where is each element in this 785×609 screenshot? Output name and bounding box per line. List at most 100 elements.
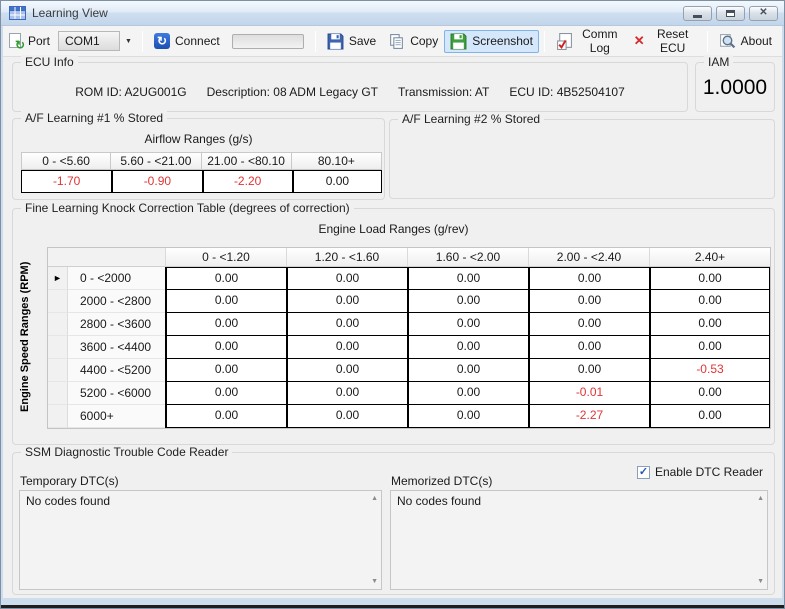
window-controls: ✕ xyxy=(683,6,778,21)
knock-value-cell[interactable]: 0.00 xyxy=(649,290,770,313)
minimize-button[interactable] xyxy=(683,6,712,21)
knock-value-cell[interactable]: 0.00 xyxy=(407,336,528,359)
titlebar: Learning View ✕ xyxy=(1,1,784,26)
description-field: Description: 08 ADM Legacy GT xyxy=(207,85,378,99)
screenshot-button[interactable]: Screenshot xyxy=(444,30,539,53)
knock-row-header: 2000 - <2800 xyxy=(68,290,165,313)
knock-value-cell[interactable]: 0.00 xyxy=(528,313,649,336)
iam-value: 1.0000 xyxy=(696,76,774,100)
knock-row-selector[interactable] xyxy=(48,359,68,382)
af1-value-cell: -2.20 xyxy=(202,170,292,193)
scroll-up-icon[interactable]: ▲ xyxy=(371,495,378,502)
close-icon: ✕ xyxy=(759,8,767,18)
knock-value-cell[interactable]: 0.00 xyxy=(165,267,286,290)
knock-value-cell[interactable]: 0.00 xyxy=(528,267,649,290)
knock-value-cell[interactable]: 0.00 xyxy=(528,359,649,382)
knock-value-cell[interactable]: 0.00 xyxy=(649,267,770,290)
af-learning-1-group-title: A/F Learning #1 % Stored xyxy=(21,111,167,126)
knock-row-header: 4400 - <5200 xyxy=(68,359,165,382)
knock-value-cell[interactable]: 0.00 xyxy=(286,382,407,405)
about-button[interactable]: About xyxy=(713,30,778,53)
screenshot-icon xyxy=(450,33,467,50)
knock-row-selector[interactable] xyxy=(48,405,68,428)
knock-column-header: 0 - <1.20 xyxy=(165,248,286,267)
toolbar-separator xyxy=(707,31,708,52)
connect-button[interactable]: ↻ Connect xyxy=(148,30,226,52)
knock-row-selector[interactable] xyxy=(48,336,68,359)
maximize-button[interactable] xyxy=(716,6,745,21)
knock-value-cell[interactable]: 0.00 xyxy=(528,290,649,313)
temporary-dtc-textbox[interactable]: No codes found ▲ ▼ xyxy=(19,490,382,590)
knock-row-selector[interactable] xyxy=(48,382,68,405)
knock-value-cell[interactable]: 0.00 xyxy=(649,405,770,428)
knock-value-cell[interactable]: 0.00 xyxy=(286,290,407,313)
knock-value-cell[interactable]: 0.00 xyxy=(165,405,286,428)
port-label: Port xyxy=(28,34,50,48)
af1-value-cell: -1.70 xyxy=(21,170,111,193)
knock-value-cell[interactable]: 0.00 xyxy=(407,313,528,336)
temporary-dtc-label: Temporary DTC(s) xyxy=(20,474,119,488)
copy-button[interactable]: Copy xyxy=(382,30,444,53)
checkbox-box[interactable]: ✓ xyxy=(637,466,650,479)
ecu-info-group-title: ECU Info xyxy=(21,55,78,70)
knock-correction-group-title: Fine Learning Knock Correction Table (de… xyxy=(21,201,354,216)
knock-value-cell[interactable]: 0.00 xyxy=(286,359,407,382)
knock-row-selector[interactable]: ► xyxy=(48,267,68,290)
scroll-down-icon[interactable]: ▼ xyxy=(371,578,378,585)
checkbox-check-icon: ✓ xyxy=(639,467,648,478)
knock-row-header: 0 - <2000 xyxy=(68,267,165,290)
knock-value-cell[interactable]: -0.53 xyxy=(649,359,770,382)
knock-value-cell[interactable]: 0.00 xyxy=(649,336,770,359)
af1-column-header: 21.00 - <80.10 xyxy=(202,152,292,170)
dropdown-arrow-icon[interactable]: ▼ xyxy=(120,31,137,51)
knock-value-cell[interactable]: 0.00 xyxy=(649,313,770,336)
knock-value-cell[interactable]: -2.27 xyxy=(528,405,649,428)
ecu-info-summary: ROM ID: A2UG001G Description: 08 ADM Leg… xyxy=(13,85,687,99)
reset-ecu-button[interactable]: ✕ Reset ECU xyxy=(628,24,702,58)
port-combobox[interactable]: COM1 ▼ xyxy=(58,31,137,51)
refresh-arrows-glyph: ↻ xyxy=(15,38,25,52)
save-button-label: Save xyxy=(349,34,376,48)
toolbar-separator xyxy=(315,31,316,52)
knock-value-cell[interactable]: 0.00 xyxy=(649,382,770,405)
knock-value-cell[interactable]: 0.00 xyxy=(165,290,286,313)
knock-value-cell[interactable]: 0.00 xyxy=(528,336,649,359)
close-button[interactable]: ✕ xyxy=(749,6,778,21)
enable-dtc-reader-checkbox[interactable]: ✓ Enable DTC Reader xyxy=(635,465,765,479)
toolbar: ↻ Port COM1 ▼ ↻ Connect Save xyxy=(3,26,782,57)
knock-value-cell[interactable]: 0.00 xyxy=(407,382,528,405)
knock-value-cell[interactable]: 0.00 xyxy=(286,336,407,359)
knock-value-cell[interactable]: 0.00 xyxy=(286,405,407,428)
dtc-reader-group-title: SSM Diagnostic Trouble Code Reader xyxy=(21,445,232,460)
airflow-ranges-axis-title: Airflow Ranges (g/s) xyxy=(13,132,384,146)
knock-value-cell[interactable]: 0.00 xyxy=(286,313,407,336)
about-icon xyxy=(719,33,736,50)
knock-value-cell[interactable]: 0.00 xyxy=(165,336,286,359)
knock-value-cell[interactable]: 0.00 xyxy=(407,405,528,428)
af1-column-header: 5.60 - <21.00 xyxy=(111,152,201,170)
scroll-up-icon[interactable]: ▲ xyxy=(757,495,764,502)
knock-row-selector[interactable] xyxy=(48,290,68,313)
knock-corner-cell xyxy=(48,248,165,267)
knock-row-header: 3600 - <4400 xyxy=(68,336,165,359)
knock-value-cell[interactable]: 0.00 xyxy=(165,382,286,405)
window-frame-bottom xyxy=(1,598,784,605)
memorized-dtc-textbox[interactable]: No codes found ▲ ▼ xyxy=(390,490,768,590)
toolbar-separator xyxy=(142,31,143,52)
knock-row-selector[interactable] xyxy=(48,313,68,336)
knock-value-cell[interactable]: 0.00 xyxy=(407,290,528,313)
knock-value-cell[interactable]: 0.00 xyxy=(286,267,407,290)
knock-value-cell[interactable]: 0.00 xyxy=(165,313,286,336)
knock-value-cell[interactable]: 0.00 xyxy=(407,359,528,382)
knock-value-cell[interactable]: 0.00 xyxy=(165,359,286,382)
save-button[interactable]: Save xyxy=(321,30,382,53)
reset-ecu-button-label: Reset ECU xyxy=(650,27,696,55)
comm-log-button[interactable]: Comm Log xyxy=(550,24,628,58)
af-learning-1-table: 0 - <5.605.60 - <21.0021.00 - <80.1080.1… xyxy=(21,152,382,193)
af1-value-cell: 0.00 xyxy=(292,170,382,193)
knock-column-header: 2.40+ xyxy=(649,248,770,267)
scroll-down-icon[interactable]: ▼ xyxy=(757,578,764,585)
knock-value-cell[interactable]: -0.01 xyxy=(528,382,649,405)
comm-log-button-label: Comm Log xyxy=(578,27,622,55)
knock-value-cell[interactable]: 0.00 xyxy=(407,267,528,290)
